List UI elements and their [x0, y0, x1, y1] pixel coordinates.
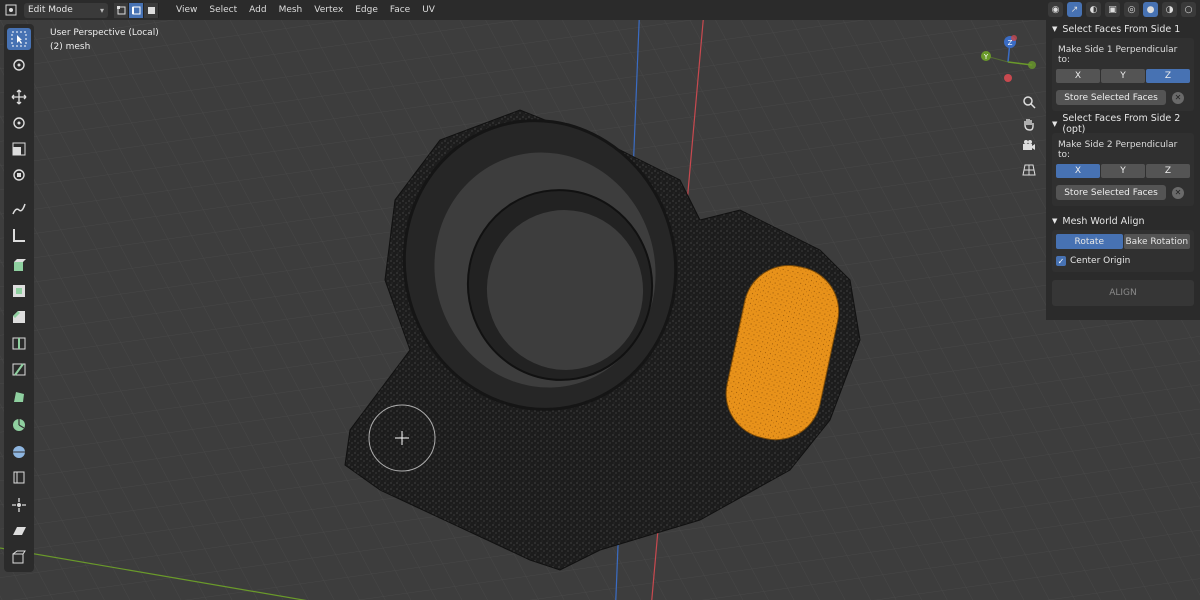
object-label: (2) mesh [50, 42, 91, 52]
gizmo-x-axis [1004, 74, 1012, 82]
side2-panel-body: Make Side 2 Perpendicular to: X Y Z Stor… [1052, 133, 1194, 206]
gizmo-y-label: Y [983, 53, 989, 61]
side2-axis-selector: X Y Z [1056, 164, 1190, 178]
zoom-icon[interactable] [1018, 92, 1040, 112]
side1-axis-y-button[interactable]: Y [1101, 69, 1145, 83]
overlay-icon[interactable]: ◐ [1086, 2, 1101, 17]
menu-add[interactable]: Add [244, 5, 271, 15]
side2-axis-z-button[interactable]: Z [1146, 164, 1190, 178]
face-select-icon[interactable] [144, 2, 159, 18]
inset-icon[interactable] [7, 280, 31, 302]
navigation-gizmo[interactable]: Z Y [970, 30, 1040, 90]
gizmo-z-label: Z [1008, 39, 1013, 47]
vertex-select-icon[interactable] [114, 2, 129, 18]
menu-vertex[interactable]: Vertex [309, 5, 348, 15]
checkbox-check-icon: ✓ [1056, 256, 1066, 266]
side2-axis-x-button[interactable]: X [1056, 164, 1100, 178]
side1-store-faces-button[interactable]: Store Selected Faces [1056, 90, 1166, 105]
extrude-icon[interactable] [7, 254, 31, 276]
side1-clear-icon[interactable]: ✕ [1172, 91, 1184, 104]
editor-type-icon[interactable] [4, 3, 18, 17]
side2-panel-title: Select Faces From Side 2 (opt) [1062, 113, 1181, 135]
collapse-arrow-icon: ▼ [1052, 25, 1058, 33]
transform-icon[interactable] [7, 164, 31, 186]
move-icon[interactable] [7, 86, 31, 108]
rotation-mode-selector: Rotate Bake Rotation [1056, 234, 1190, 249]
measure-icon[interactable] [7, 224, 31, 246]
side1-panel-header[interactable]: ▼ Select Faces From Side 1 [1046, 20, 1200, 38]
side2-panel-header[interactable]: ▼ Select Faces From Side 2 (opt) [1046, 113, 1200, 135]
wireframe-shading-icon[interactable]: ◎ [1124, 2, 1139, 17]
header-right-tools: ◉ ↗ ◐ ▣ ◎ ● ◑ ○ [1048, 2, 1196, 17]
gizmo-neg-y [1028, 61, 1036, 69]
side2-clear-icon[interactable]: ✕ [1172, 186, 1184, 199]
center-origin-label: Center Origin [1070, 256, 1131, 266]
side1-axis-z-button[interactable]: Z [1146, 69, 1190, 83]
knife-icon[interactable] [7, 358, 31, 380]
camera-icon[interactable] [1018, 136, 1040, 156]
align-panel-title: Mesh World Align [1062, 215, 1145, 227]
shrink-fatten-icon[interactable] [7, 494, 31, 516]
side2-store-faces-button[interactable]: Store Selected Faces [1056, 185, 1166, 200]
rip-region-icon[interactable] [7, 546, 31, 568]
cursor-icon[interactable] [7, 54, 31, 76]
collapse-arrow-icon: ▼ [1052, 217, 1058, 225]
header-bar: Edit Mode ▾ View Select Add Mesh Vertex … [0, 0, 1200, 20]
annotate-icon[interactable] [7, 198, 31, 220]
collapse-arrow-icon: ▼ [1052, 120, 1058, 128]
rotate-icon[interactable] [7, 112, 31, 134]
menu-select[interactable]: Select [204, 5, 242, 15]
xray-icon[interactable]: ▣ [1105, 2, 1120, 17]
shear-icon[interactable] [7, 520, 31, 542]
bevel-icon[interactable] [7, 306, 31, 328]
gizmo-toggle-icon[interactable]: ↗ [1067, 2, 1082, 17]
bake-rotation-button[interactable]: Bake Rotation [1123, 234, 1190, 249]
chevron-down-icon: ▾ [99, 5, 104, 15]
viewport-info: User Perspective (Local) (2) mesh [50, 26, 159, 54]
sidebar-panel: ▼ Select Faces From Side 1 Make Side 1 P… [1046, 20, 1200, 320]
menu-view[interactable]: View [171, 5, 202, 15]
rendered-shading-icon[interactable]: ○ [1181, 2, 1196, 17]
perspective-label: User Perspective (Local) [50, 28, 159, 38]
loop-cut-icon[interactable] [7, 332, 31, 354]
select-box-icon[interactable] [7, 28, 31, 50]
mode-dropdown[interactable]: Edit Mode ▾ [24, 2, 108, 18]
gizmo-neg-x [1011, 35, 1017, 41]
side1-axis-selector: X Y Z [1056, 69, 1190, 83]
spin-icon[interactable] [7, 414, 31, 436]
visibility-eye-icon[interactable]: ◉ [1048, 2, 1063, 17]
rotate-button[interactable]: Rotate [1056, 234, 1123, 249]
menu-bar: View Select Add Mesh Vertex Edge Face UV [171, 5, 440, 15]
side1-perpendicular-label: Make Side 1 Perpendicular to: [1058, 45, 1178, 65]
mode-dropdown-label: Edit Mode [28, 5, 73, 15]
solid-shading-icon[interactable]: ● [1143, 2, 1158, 17]
align-panel-body: Rotate Bake Rotation ✓ Center Origin [1052, 230, 1194, 272]
pan-hand-icon[interactable] [1018, 114, 1040, 134]
center-origin-checkbox[interactable]: ✓ Center Origin [1056, 256, 1190, 266]
poly-build-icon[interactable] [7, 386, 31, 408]
material-shading-icon[interactable]: ◑ [1162, 2, 1177, 17]
tool-shelf [4, 24, 34, 572]
side1-panel-body: Make Side 1 Perpendicular to: X Y Z Stor… [1052, 38, 1194, 111]
side1-panel-title: Select Faces From Side 1 [1062, 23, 1181, 35]
align-button[interactable]: ALIGN [1052, 280, 1194, 306]
edge-slide-icon[interactable] [7, 466, 31, 488]
side1-axis-x-button[interactable]: X [1056, 69, 1100, 83]
menu-mesh[interactable]: Mesh [274, 5, 308, 15]
edge-select-icon[interactable] [129, 2, 144, 18]
menu-edge[interactable]: Edge [350, 5, 383, 15]
menu-face[interactable]: Face [385, 5, 415, 15]
smooth-icon[interactable] [7, 440, 31, 462]
select-mode-group [114, 2, 159, 18]
scale-icon[interactable] [7, 138, 31, 160]
menu-uv[interactable]: UV [417, 5, 440, 15]
perspective-grid-icon[interactable] [1018, 160, 1040, 180]
side2-perpendicular-label: Make Side 2 Perpendicular to: [1058, 140, 1178, 160]
side2-axis-y-button[interactable]: Y [1101, 164, 1145, 178]
align-panel-header[interactable]: ▼ Mesh World Align [1046, 212, 1200, 230]
